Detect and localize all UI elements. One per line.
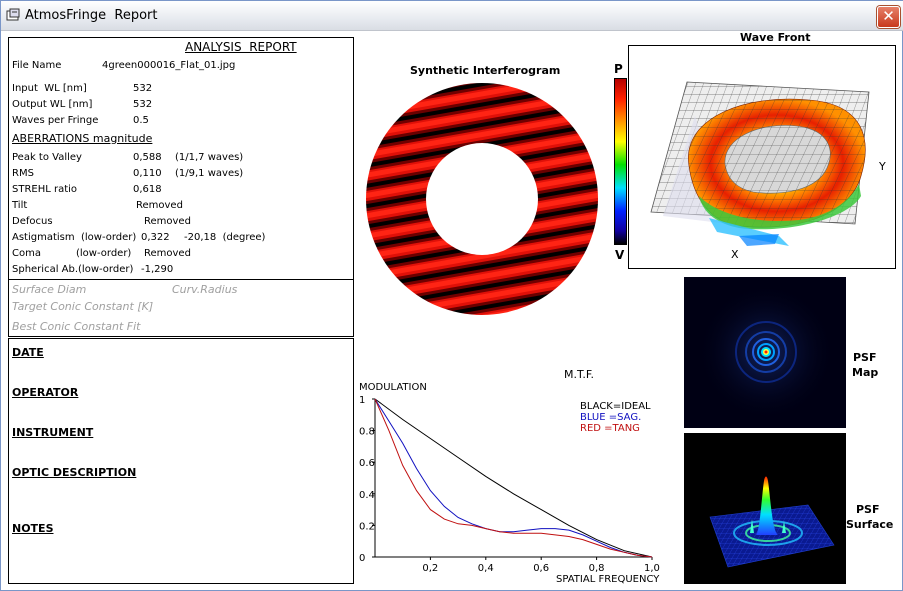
mtf-y-tick-label: 0.4 — [359, 490, 375, 501]
analysis-report-panel: ANALYSIS REPORT File Name 4green000016_F… — [8, 37, 354, 337]
strehl-label: STREHL ratio — [12, 184, 78, 195]
color-bar — [614, 78, 627, 245]
wavefront-x-label: X — [731, 246, 739, 259]
report-heading: ANALYSIS REPORT — [185, 40, 297, 54]
mtf-legend-entry: BLUE =SAG. — [580, 412, 641, 423]
file-name-label: File Name — [12, 60, 62, 71]
mtf-chart: 1 0.8 0.6 0.4 0.2 0 0,2 0,4 0,6 0,8 1,0 BLACK=IDEAL… — [359, 395, 660, 585]
astigmatism-label: Astigmatism (low-order) — [12, 232, 137, 243]
rms-label: RMS — [12, 168, 34, 179]
notes-panel: DATE OPERATOR INSTRUMENT OPTIC DESCRIPTI… — [8, 338, 354, 584]
mtf-ylabel: MODULATION — [359, 382, 427, 393]
optic-description-heading: OPTIC DESCRIPTION — [12, 466, 137, 479]
psf-map-image — [684, 277, 846, 428]
surface-diam-label: Surface Diam — [12, 283, 87, 296]
best-conic-label: Best Conic Constant Fit — [12, 320, 141, 333]
app-icon — [6, 8, 20, 21]
aberrations-heading: ABERRATIONS magnitude — [12, 132, 153, 145]
coma-value: Removed — [144, 248, 191, 259]
synthetic-interferogram — [364, 81, 600, 317]
psf-surface — [684, 433, 846, 584]
close-icon: ✕ — [882, 7, 895, 25]
instrument-heading: INSTRUMENT — [12, 426, 94, 439]
psf-surface-image — [684, 433, 846, 584]
ptv-value: 0,588 — [133, 152, 162, 163]
mtf-y-tick-label: 0.8 — [359, 427, 375, 438]
psf-surface-label-2: Surface — [846, 518, 894, 531]
input-wl-value: 532 — [133, 83, 153, 94]
date-heading: DATE — [12, 346, 44, 359]
spherical-label: Spherical Ab.(low-order) — [12, 264, 134, 275]
mtf-y-tick-label: 0.2 — [359, 521, 375, 532]
title-bar[interactable]: AtmosFringe Report ✕ — [1, 1, 903, 31]
close-button[interactable]: ✕ — [877, 6, 900, 28]
mtf-y-tick-label: 0 — [359, 553, 365, 564]
mtf-legend-entry: RED =TANG — [580, 423, 640, 434]
mtf-y-tick-label: 1 — [359, 395, 365, 406]
mtf-x-tick-label: 0,8 — [589, 563, 605, 574]
target-conic-label: Target Conic Constant [K] — [12, 300, 154, 313]
tilt-value: Removed — [136, 200, 183, 211]
psf-map-label-1: PSF — [853, 351, 877, 364]
notes-heading: NOTES — [12, 522, 54, 535]
waves-per-fringe-label: Waves per Fringe — [12, 115, 99, 126]
mtf-x-tick-label: 0,2 — [422, 563, 438, 574]
colorbar-bottom-label: V — [615, 248, 625, 262]
rms-value: 0,110 — [133, 168, 162, 179]
ptv-label: Peak to Valley — [12, 152, 82, 163]
interferogram-title: Synthetic Interferogram — [410, 64, 561, 77]
rms-waves: (1/9,1 waves) — [175, 168, 244, 179]
report-divider — [9, 279, 353, 280]
wavefront-title: Wave Front — [740, 31, 811, 44]
coma-order: (low-order) — [76, 248, 132, 259]
report-window: AtmosFringe Report ✕ ANALYSIS REPORT Fil… — [0, 0, 903, 591]
defocus-value: Removed — [144, 216, 191, 227]
tilt-label: Tilt — [12, 200, 28, 211]
astigmatism-value: 0,322 — [141, 232, 170, 243]
mtf-title: M.T.F. — [564, 368, 594, 381]
mtf-y-tick-label: 0.6 — [359, 458, 375, 469]
input-wl-label: Input WL [nm] — [12, 83, 87, 94]
colorbar-top-label: P — [614, 62, 623, 76]
window-title: AtmosFringe Report — [25, 8, 158, 23]
ptv-waves: (1/1,7 waves) — [175, 152, 244, 163]
mtf-legend-entry: BLACK=IDEAL — [580, 401, 651, 412]
mtf-xlabel: SPATIAL FREQUENCY — [556, 574, 660, 585]
strehl-value: 0,618 — [133, 184, 162, 195]
astigmatism-degree: -20,18 (degree) — [184, 232, 266, 243]
defocus-label: Defocus — [12, 216, 53, 227]
waves-per-fringe-value: 0.5 — [133, 115, 149, 126]
coma-label: Coma — [12, 248, 41, 259]
mtf-x-tick-label: 0,4 — [478, 563, 494, 574]
output-wl-value: 532 — [133, 99, 153, 110]
wavefront-surface: Y X — [650, 81, 886, 261]
psf-map-label-2: Map — [852, 366, 879, 379]
operator-heading: OPERATOR — [12, 386, 79, 399]
file-name-value: 4green000016_Flat_01.jpg — [102, 60, 236, 71]
wavefront-plot: Y X Y X — [628, 45, 896, 269]
mtf-x-tick-label: 1,0 — [644, 563, 660, 574]
psf-surface-label-1: PSF — [856, 503, 880, 516]
curv-radius-label: Curv.Radius — [172, 283, 238, 296]
spherical-value: -1,290 — [141, 264, 174, 275]
psf-map — [684, 277, 846, 428]
output-wl-label: Output WL [nm] — [12, 99, 93, 110]
mtf-x-tick-label: 0,6 — [533, 563, 549, 574]
wavefront-y-label: Y — [877, 158, 884, 171]
